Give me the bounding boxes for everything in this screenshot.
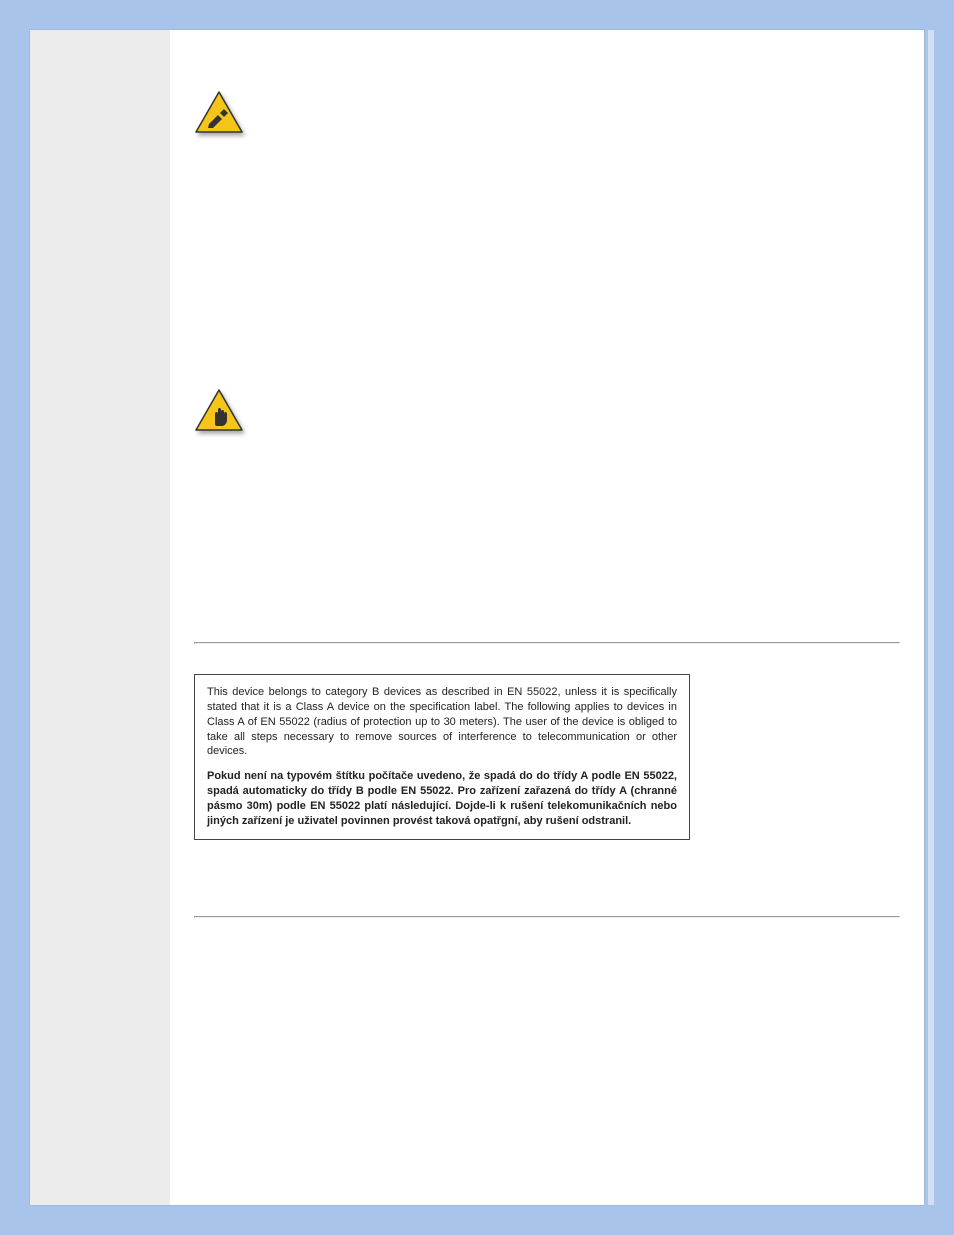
warning-hand-icon [194, 388, 244, 432]
main-content: This device belongs to category B device… [170, 30, 924, 1205]
warning-block-2 [194, 388, 900, 432]
divider-2 [194, 916, 900, 918]
divider-1 [194, 642, 900, 644]
scrollbar-rail[interactable] [928, 30, 934, 1205]
left-sidebar [30, 30, 170, 1205]
compliance-notice-box: This device belongs to category B device… [194, 674, 690, 840]
notice-english: This device belongs to category B device… [207, 685, 677, 759]
document-page: This device belongs to category B device… [30, 30, 924, 1205]
warning-block-1 [194, 90, 900, 134]
notice-czech: Pokud není na typovém štítku počítače uv… [207, 769, 677, 828]
warning-write-icon [194, 90, 244, 134]
